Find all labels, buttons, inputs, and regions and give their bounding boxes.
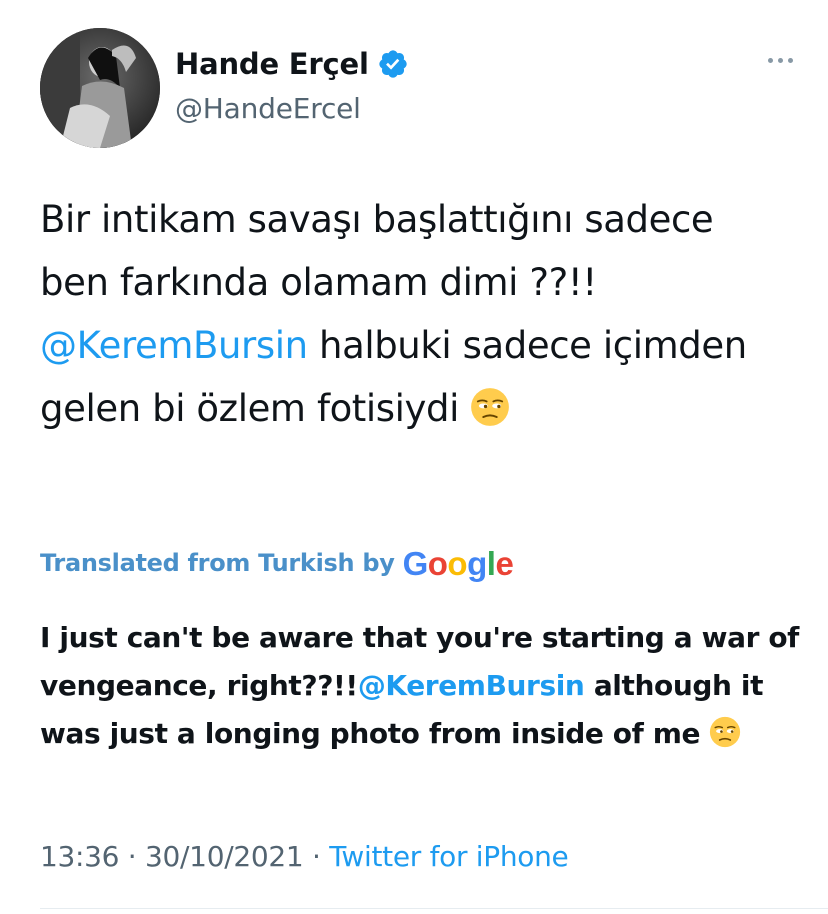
google-letter: o — [447, 544, 468, 582]
avatar[interactable] — [40, 28, 160, 148]
more-dot-icon — [767, 57, 773, 63]
google-letter: e — [495, 544, 514, 582]
name-row: Hande Erçel — [175, 42, 409, 86]
unamused-face-emoji-icon — [471, 388, 510, 426]
translated-by-google[interactable]: Translated from Turkish by Google — [40, 540, 514, 586]
google-letter: G — [402, 544, 429, 582]
unamused-face-emoji-icon — [710, 716, 741, 748]
google-logo-icon: Google — [403, 547, 514, 580]
tweet-meta: 13:36 · 30/10/2021 · Twitter for iPhone — [40, 840, 569, 873]
translation-text: I just can't be aware that you're starti… — [40, 614, 800, 758]
handle[interactable]: @HandeErcel — [175, 92, 361, 125]
source-link[interactable]: Twitter for iPhone — [329, 840, 569, 873]
more-options-button[interactable] — [760, 48, 800, 72]
more-dot-icon — [777, 57, 783, 63]
translated-label: Translated from Turkish by — [40, 549, 395, 577]
google-letter: g — [467, 544, 487, 582]
mention-link[interactable]: @KeremBursin — [358, 669, 585, 702]
display-name[interactable]: Hande Erçel — [175, 47, 369, 81]
tweet-text: Bir intikam savaşı başlattığını sadece b… — [40, 188, 780, 440]
tweet-header: Hande Erçel @HandeErcel — [40, 28, 800, 148]
profile-photo-icon — [40, 28, 160, 148]
google-letter: o — [427, 544, 448, 582]
tweet-time[interactable]: 13:36 — [40, 840, 120, 873]
tweet-text-part: Bir intikam savaşı başlattığını sadece b… — [40, 198, 714, 304]
meta-separator: · — [303, 840, 330, 873]
mention-link[interactable]: @KeremBursin — [40, 324, 308, 367]
meta-separator: · — [119, 840, 146, 873]
verified-badge-icon — [379, 50, 407, 78]
tweet-date[interactable]: 30/10/2021 — [145, 840, 304, 873]
divider — [40, 908, 828, 909]
more-dot-icon — [787, 57, 793, 63]
